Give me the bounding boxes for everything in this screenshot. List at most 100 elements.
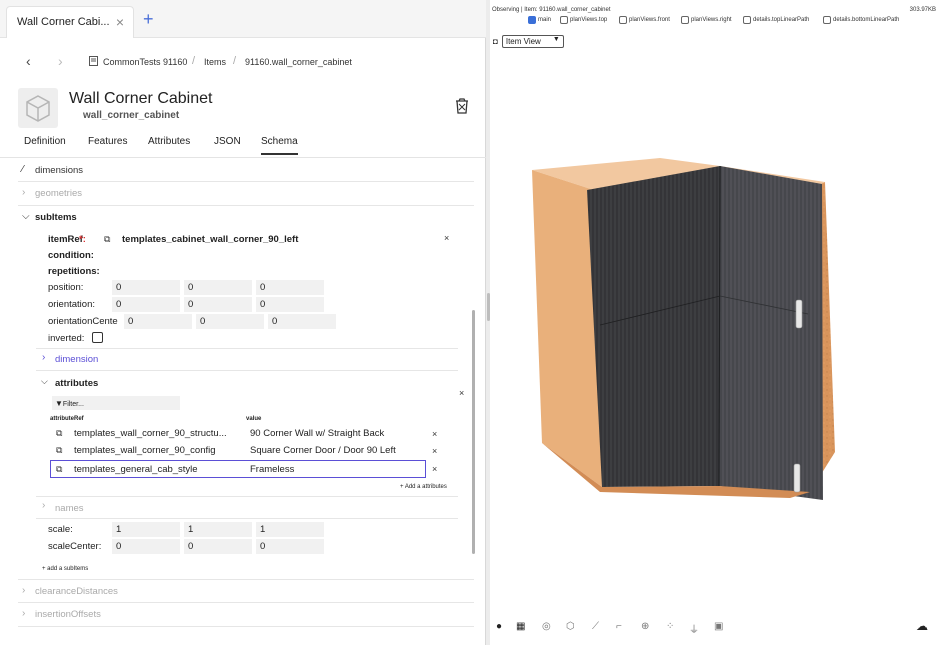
position-x-input[interactable]: 0 xyxy=(112,280,180,295)
delete-icon[interactable] xyxy=(454,98,470,119)
box-icon[interactable]: ⬡ xyxy=(566,621,575,632)
names-section[interactable]: names xyxy=(55,503,84,514)
item-header: Wall Corner Cabinet wall_corner_cabinet xyxy=(0,84,486,130)
tab-schema[interactable]: Schema xyxy=(261,136,298,155)
scale-center-y-input[interactable]: 0 xyxy=(184,539,252,554)
project-icon xyxy=(89,56,98,68)
section-label: geometries xyxy=(35,188,82,199)
tab-features[interactable]: Features xyxy=(88,136,127,147)
table-row[interactable]: ⧉ templates_wall_corner_90_config Square… xyxy=(50,442,430,459)
cloud-download-icon[interactable]: ☁ xyxy=(916,619,928,633)
grid-icon[interactable]: ▦ xyxy=(516,621,525,632)
open-link-icon[interactable]: ⧉ xyxy=(56,445,62,456)
chevron-right-icon: › xyxy=(22,608,26,619)
section-label: clearanceDistances xyxy=(35,586,118,597)
orientation-z-input[interactable]: 0 xyxy=(256,297,324,312)
table-row[interactable]: ⧉ templates_general_cab_style Frameless xyxy=(50,460,426,478)
position-y-input[interactable]: 0 xyxy=(184,280,252,295)
attribute-ref: templates_wall_corner_90_structu... xyxy=(74,428,227,439)
checkbox-details-bottom[interactable]: details.bottomLinearPath xyxy=(823,16,899,24)
remove-row-icon[interactable]: × xyxy=(432,464,437,474)
checkbox-main[interactable]: main xyxy=(528,16,551,24)
checkbox-planviews-top[interactable]: planViews.top xyxy=(560,16,607,24)
attributes-section[interactable]: attributes xyxy=(55,378,98,389)
section-dimensions[interactable]: ⁄ dimensions xyxy=(18,158,474,182)
section-label: insertionOffsets xyxy=(35,609,101,620)
breadcrumb-items[interactable]: Items xyxy=(204,57,226,67)
orientation-center-z-input[interactable]: 0 xyxy=(268,314,336,329)
open-link-icon[interactable]: ⧉ xyxy=(104,234,110,245)
dots-icon[interactable]: ⁘ xyxy=(666,621,674,632)
item-id: wall_corner_cabinet xyxy=(83,110,180,121)
tab-definition[interactable]: Definition xyxy=(24,136,66,147)
chevron-down-icon[interactable]: ⌵ xyxy=(41,376,48,387)
remove-row-icon[interactable]: × xyxy=(432,446,437,456)
orientation-center-y-input[interactable]: 0 xyxy=(196,314,264,329)
checkbox-label: planViews.front xyxy=(629,17,670,23)
scale-z-input[interactable]: 1 xyxy=(256,522,324,537)
checkbox-box[interactable] xyxy=(823,16,831,24)
filter-input[interactable]: ▼Filter... xyxy=(52,396,180,410)
remove-attributes-icon[interactable]: × xyxy=(459,388,464,398)
checkbox-planviews-right[interactable]: planViews.right xyxy=(681,16,732,24)
orientation-x-input[interactable]: 0 xyxy=(112,297,180,312)
repetitions-label: repetitions: xyxy=(48,266,100,277)
remove-row-icon[interactable]: × xyxy=(432,429,437,439)
section-insertion[interactable]: › insertionOffsets xyxy=(18,603,474,627)
checkbox-box[interactable] xyxy=(743,16,751,24)
tab-attributes[interactable]: Attributes xyxy=(148,136,190,147)
add-tab-icon[interactable]: + xyxy=(143,9,154,30)
itemref-value[interactable]: templates_cabinet_wall_corner_90_left xyxy=(122,234,298,245)
scale-center-z-input[interactable]: 0 xyxy=(256,539,324,554)
crosshair-icon[interactable]: ⊕ xyxy=(641,621,649,632)
bracket-icon[interactable]: ⌐ xyxy=(616,621,622,632)
section-subitems[interactable]: ⌵ subItems xyxy=(18,206,474,230)
hierarchy-icon[interactable]: ⏚ xyxy=(689,621,699,636)
scale-x-input[interactable]: 1 xyxy=(112,522,180,537)
checkbox-box[interactable] xyxy=(528,16,536,24)
table-row[interactable]: ⧉ templates_wall_corner_90_structu... 90… xyxy=(50,425,430,442)
checkbox-box[interactable] xyxy=(681,16,689,24)
chevron-down-icon: ⌵ xyxy=(22,211,30,222)
column-header-value: value xyxy=(246,416,262,422)
divider xyxy=(36,370,458,371)
breadcrumb-project[interactable]: CommonTests 91160 xyxy=(103,57,187,67)
checkbox-planviews-front[interactable]: planViews.front xyxy=(619,16,670,24)
position-z-input[interactable]: 0 xyxy=(256,280,324,295)
orientation-center-x-input[interactable]: 0 xyxy=(124,314,192,329)
tab-json[interactable]: JSON xyxy=(214,136,241,147)
back-icon[interactable]: ‹ xyxy=(26,53,31,69)
remove-subitem-icon[interactable]: × xyxy=(444,233,449,243)
view-mode-select[interactable]: Item View ▼ xyxy=(501,35,564,48)
scale-y-input[interactable]: 1 xyxy=(184,522,252,537)
add-subitem-button[interactable]: + add a subItems xyxy=(42,566,88,572)
section-clearance[interactable]: › clearanceDistances xyxy=(18,579,474,603)
document-tab[interactable]: Wall Corner Cabi... × xyxy=(6,6,134,38)
close-tab-icon[interactable]: × xyxy=(116,14,124,30)
chevron-right-icon[interactable]: › xyxy=(42,500,45,511)
chevron-right-icon[interactable]: › xyxy=(42,352,45,363)
view-mode: ◘ Item View ▼ xyxy=(493,35,564,48)
cabinet-3d-render[interactable] xyxy=(490,100,948,520)
checkbox-box[interactable] xyxy=(619,16,627,24)
inverted-checkbox[interactable] xyxy=(92,332,103,343)
checkbox-box[interactable] xyxy=(560,16,568,24)
open-link-icon[interactable]: ⧉ xyxy=(56,464,62,475)
dimension-section[interactable]: dimension xyxy=(55,354,98,365)
open-link-icon[interactable]: ⧉ xyxy=(56,428,62,439)
add-attribute-button[interactable]: + Add a attributes xyxy=(400,484,447,490)
palette-icon[interactable]: ● xyxy=(496,621,502,632)
divider xyxy=(36,496,458,497)
section-geometries[interactable]: › geometries xyxy=(18,182,474,206)
forward-icon[interactable]: › xyxy=(58,53,63,69)
image-icon[interactable]: ▣ xyxy=(714,621,723,632)
scrollbar[interactable] xyxy=(472,310,475,554)
compass-icon[interactable]: ◎ xyxy=(542,621,551,632)
chevron-right-icon: ⁄ xyxy=(22,164,24,175)
scale-center-x-input[interactable]: 0 xyxy=(112,539,180,554)
checkbox-details-top[interactable]: details.topLinearPath xyxy=(743,16,809,24)
orientation-center-label: orientationCente xyxy=(48,316,118,327)
brush-icon[interactable]: ⟋ xyxy=(592,621,599,632)
orientation-y-input[interactable]: 0 xyxy=(184,297,252,312)
filter-icon: ▼ xyxy=(55,399,63,408)
